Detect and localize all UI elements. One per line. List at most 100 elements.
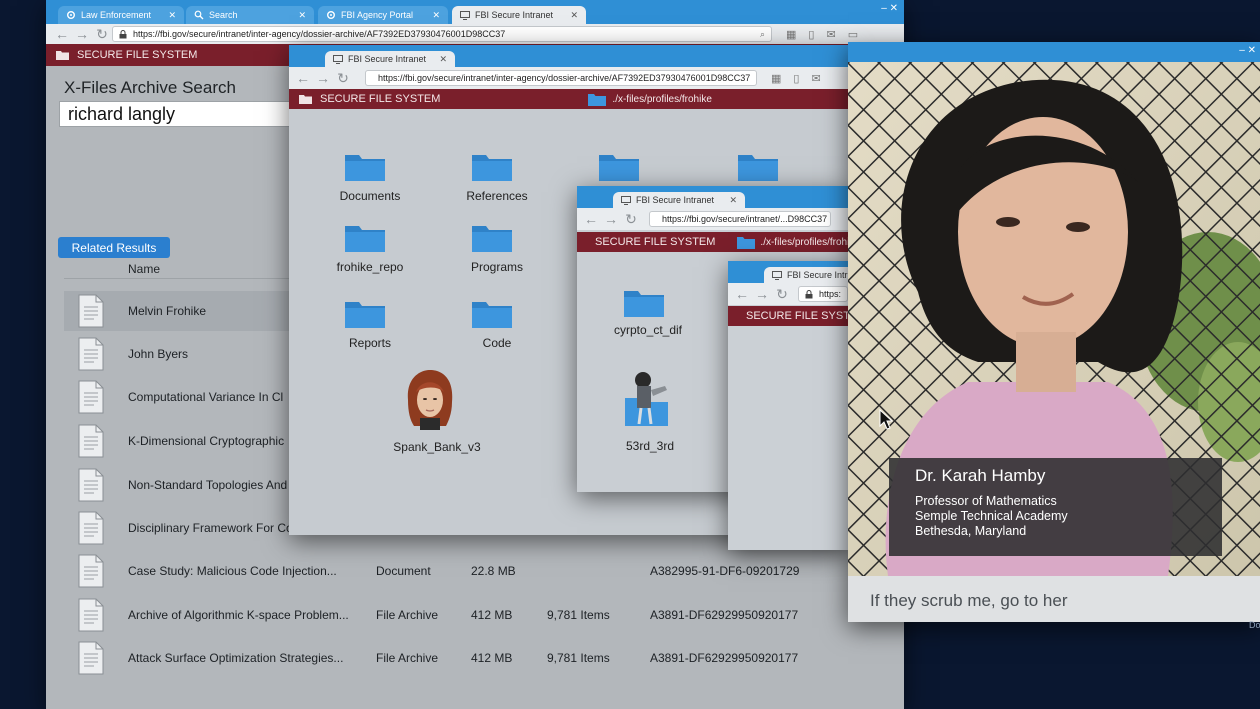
file-name: Case Study: Malicious Code Injection... (128, 564, 337, 578)
file-row[interactable]: Attack Surface Optimization Strategies..… (64, 638, 884, 678)
close-icon[interactable]: ✕ (432, 10, 440, 21)
document-icon (78, 380, 104, 414)
folder-frohike-repo[interactable]: frohike_repo (315, 260, 425, 274)
back-arrow-icon[interactable]: ← (293, 70, 313, 86)
folder-icon[interactable] (471, 223, 513, 253)
file-name: Attack Surface Optimization Strategies..… (128, 651, 344, 665)
folder-icon[interactable] (471, 152, 513, 182)
tab-fbi-secure-intranet[interactable]: FBI Secure Intranet ✕ (452, 6, 586, 24)
tab-label: FBI Agency Portal (341, 10, 414, 20)
tab-fbi-agency-portal[interactable]: FBI Agency Portal ✕ (318, 6, 448, 24)
forward-arrow-icon[interactable]: → (601, 211, 621, 227)
page-icon[interactable]: ▯ (793, 72, 799, 85)
document-icon (78, 598, 104, 632)
close-icon[interactable]: ✕ (298, 10, 306, 21)
folder-icon (299, 95, 312, 104)
search-icon[interactable]: ⌕ (760, 29, 765, 40)
url-bar[interactable]: https://fbi.gov/secure/intranet/...D98CC… (649, 211, 831, 227)
tab-bar: FBI Secure Intranet ✕ (289, 45, 849, 67)
folder-icon[interactable] (737, 152, 779, 182)
back-arrow-icon[interactable]: ← (732, 286, 752, 302)
partial-window: FBI Secure Intr ← → ↻ https: SECURE FILE… (728, 261, 849, 550)
folder-icon[interactable] (598, 152, 640, 182)
folder-icon[interactable] (623, 288, 665, 318)
folder-reports[interactable]: Reports (315, 336, 425, 350)
refresh-icon[interactable]: ↻ (621, 211, 641, 228)
folder-documents[interactable]: Documents (315, 189, 425, 203)
file-name: Disciplinary Framework For Co (128, 521, 293, 535)
folder-icon[interactable] (471, 299, 513, 329)
page-icon[interactable]: ▯ (808, 28, 814, 41)
tab-search[interactable]: Search ✕ (186, 6, 314, 24)
portrait-file-icon[interactable] (402, 370, 458, 432)
search-icon (194, 10, 204, 20)
close-icon[interactable]: ✕ (729, 195, 737, 206)
profile-panel: – ✕ Dr. Karah Hamby Professor of Mathema… (848, 42, 1260, 622)
tab-bar: FBI Secure Intranet ✕ (577, 186, 849, 208)
chat-icon[interactable]: ▭ (848, 28, 858, 41)
window-controls[interactable]: – ✕ (1239, 45, 1256, 56)
folder-code[interactable]: Code (442, 336, 552, 350)
mail-icon[interactable]: ✉ (826, 28, 835, 41)
secure-label: SECURE FILE SYSTE (746, 310, 849, 322)
refresh-icon[interactable]: ↻ (92, 26, 112, 43)
mail-icon[interactable]: ✉ (811, 72, 820, 85)
close-icon[interactable]: ✕ (570, 10, 578, 21)
path-text: ./x-files/profiles/frohike (760, 236, 849, 248)
toolbar-icons: ▦ ▯ ✉ (771, 72, 821, 85)
document-icon (78, 554, 104, 588)
url-bar[interactable]: https://fbi.gov/secure/intranet/inter-ag… (112, 26, 772, 42)
folder-programs[interactable]: Programs (442, 260, 552, 274)
folder-references[interactable]: References (442, 189, 552, 203)
related-results-button[interactable]: Related Results (58, 237, 170, 258)
tab-fbi-secure-intranet[interactable]: FBI Secure Intranet ✕ (613, 192, 745, 208)
url-bar[interactable]: https: (798, 286, 848, 302)
folder-icon[interactable] (344, 223, 386, 253)
address-row: ← → ↻ https://fbi.gov/secure/intranet/in… (289, 67, 849, 89)
back-arrow-icon[interactable]: ← (52, 26, 72, 42)
folder-icon (737, 236, 756, 249)
refresh-icon[interactable]: ↻ (333, 70, 353, 87)
folder-icon (56, 51, 69, 60)
tab-fbi-secure-intranet[interactable]: FBI Secure Intr (764, 267, 849, 283)
url-bar[interactable]: https://fbi.gov/secure/intranet/inter-ag… (365, 70, 757, 86)
folder-icon[interactable] (344, 152, 386, 182)
url-text: https://fbi.gov/secure/intranet/inter-ag… (133, 29, 506, 39)
forward-arrow-icon[interactable]: → (72, 26, 92, 42)
monitor-icon (772, 270, 782, 280)
name-column-header[interactable]: Name (128, 262, 160, 276)
person-folder-icon[interactable] (619, 368, 675, 430)
file-name: Melvin Frohike (128, 304, 207, 318)
tab-law-enforcement[interactable]: Law Enforcement ✕ (58, 6, 184, 24)
address-row: ← → ↻ https://fbi.gov/secure/intranet/in… (46, 24, 904, 44)
window-controls[interactable]: – ✕ (881, 3, 898, 14)
close-icon[interactable]: ✕ (168, 10, 176, 21)
document-icon (78, 511, 104, 545)
forward-arrow-icon[interactable]: → (313, 70, 333, 86)
url-text: https://fbi.gov/secure/intranet/...D98CC… (662, 214, 828, 224)
file-type: Document (376, 564, 431, 578)
secure-file-system-bar: SECURE FILE SYSTEM ./x-files/profiles/fr… (577, 232, 849, 252)
image-file-label[interactable]: 53rd_3rd (595, 439, 705, 453)
url-text: https://fbi.gov/secure/intranet/inter-ag… (378, 73, 751, 83)
folder-icon[interactable] (344, 299, 386, 329)
secure-file-system-bar: SECURE FILE SYSTE (728, 306, 849, 326)
grid-icon[interactable]: ▦ (786, 28, 796, 41)
image-file-label[interactable]: Spank_Bank_v3 (382, 440, 492, 454)
search-input[interactable]: richard langly (59, 101, 299, 127)
file-row[interactable]: Case Study: Malicious Code Injection... … (64, 551, 884, 591)
profile-title: Professor of Mathematics (915, 494, 1057, 508)
tab-bar: FBI Secure Intr (728, 261, 849, 283)
folder-crypto[interactable]: cyrpto_ct_dif (593, 323, 703, 337)
forward-arrow-icon[interactable]: → (752, 286, 772, 302)
monitor-icon (333, 54, 343, 64)
secure-label: SECURE FILE SYSTEM (77, 49, 198, 61)
file-id: A3891-DF62929950920177 (650, 651, 799, 665)
lock-icon (805, 289, 813, 298)
close-icon[interactable]: ✕ (439, 54, 447, 65)
grid-icon[interactable]: ▦ (771, 72, 781, 85)
file-row[interactable]: Archive of Algorithmic K-space Problem..… (64, 595, 884, 635)
back-arrow-icon[interactable]: ← (581, 211, 601, 227)
tab-fbi-secure-intranet[interactable]: FBI Secure Intranet ✕ (325, 51, 455, 67)
refresh-icon[interactable]: ↻ (772, 286, 792, 303)
